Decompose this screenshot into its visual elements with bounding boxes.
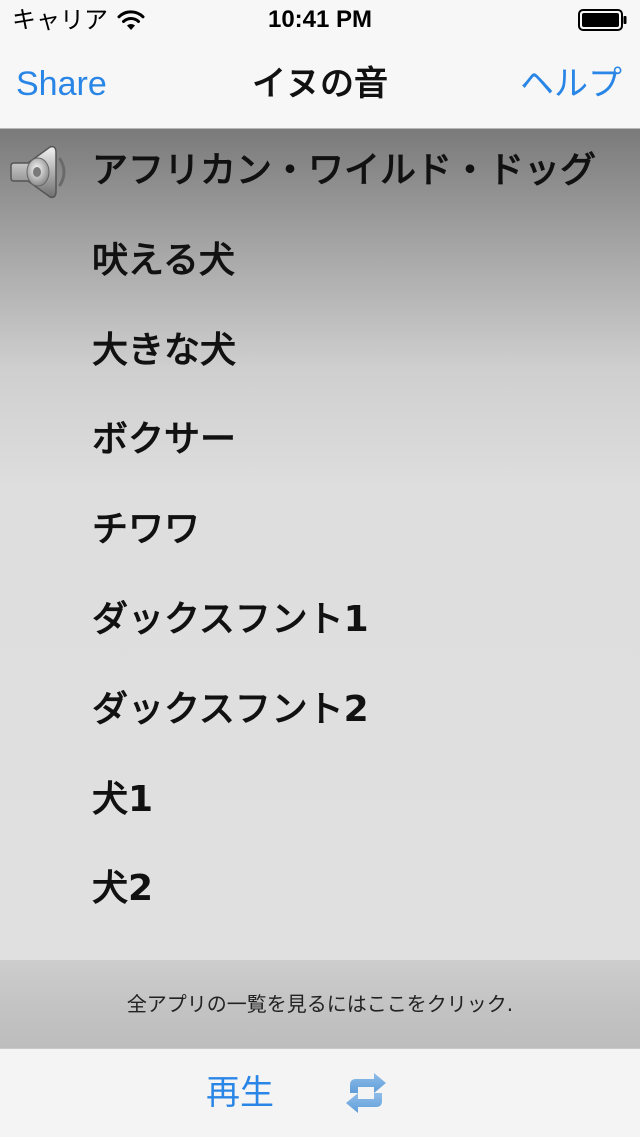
bottom-toolbar: 再生 <box>0 1048 640 1137</box>
sound-item-label: チワワ <box>92 509 201 551</box>
help-button[interactable]: ヘルプ <box>520 64 622 104</box>
sound-item[interactable]: 犬1 <box>0 758 640 848</box>
status-bar: キャリア 10:41 PM <box>0 0 640 40</box>
sound-item-label: 吠える犬 <box>92 239 235 281</box>
repeat-icon <box>346 1073 386 1113</box>
sound-item[interactable]: 犬2 <box>0 847 640 937</box>
sound-item[interactable]: 大きな犬 <box>0 309 640 399</box>
sound-item-label: ボクサー <box>92 419 237 461</box>
repeat-button[interactable] <box>338 1071 446 1117</box>
sound-item-label: 犬2 <box>92 868 154 910</box>
sound-item-label: 大きな犬 <box>92 329 237 371</box>
sound-item-label: 犬1 <box>92 778 154 820</box>
sound-item-label: アフリカン・ワイルド・ドッグ <box>92 150 597 191</box>
sound-item[interactable]: ボクサー <box>0 398 640 488</box>
navigation-bar: Share イヌの音 ヘルプ <box>0 40 640 129</box>
battery-icon <box>578 9 627 31</box>
app-list-banner[interactable]: 全アプリの一覧を見るにはここをクリック. <box>0 960 640 1048</box>
sound-item[interactable]: ダックスフント1 <box>0 578 640 668</box>
sound-list: アフリカン・ワイルド・ドッグ 吠える犬大きな犬ボクサーチワワダックスフント1 ダック… <box>0 129 640 960</box>
sound-item[interactable]: 吠える犬 <box>0 219 640 309</box>
sound-item-label: ダックスフント2 <box>92 688 369 730</box>
speaker-icon <box>10 145 66 199</box>
status-time: 10:41 PM <box>267 6 373 33</box>
banner-text: 全アプリの一覧を見るにはここをクリック. <box>126 992 514 1016</box>
sound-item[interactable]: チワワ <box>0 488 640 578</box>
play-button[interactable]: 再生 <box>206 1073 274 1113</box>
sound-item[interactable]: ダックスフント2 <box>0 668 640 758</box>
sound-item-label: ダックスフント1 <box>92 599 369 640</box>
sound-item[interactable]: アフリカン・ワイルド・ドッグ <box>0 129 640 219</box>
